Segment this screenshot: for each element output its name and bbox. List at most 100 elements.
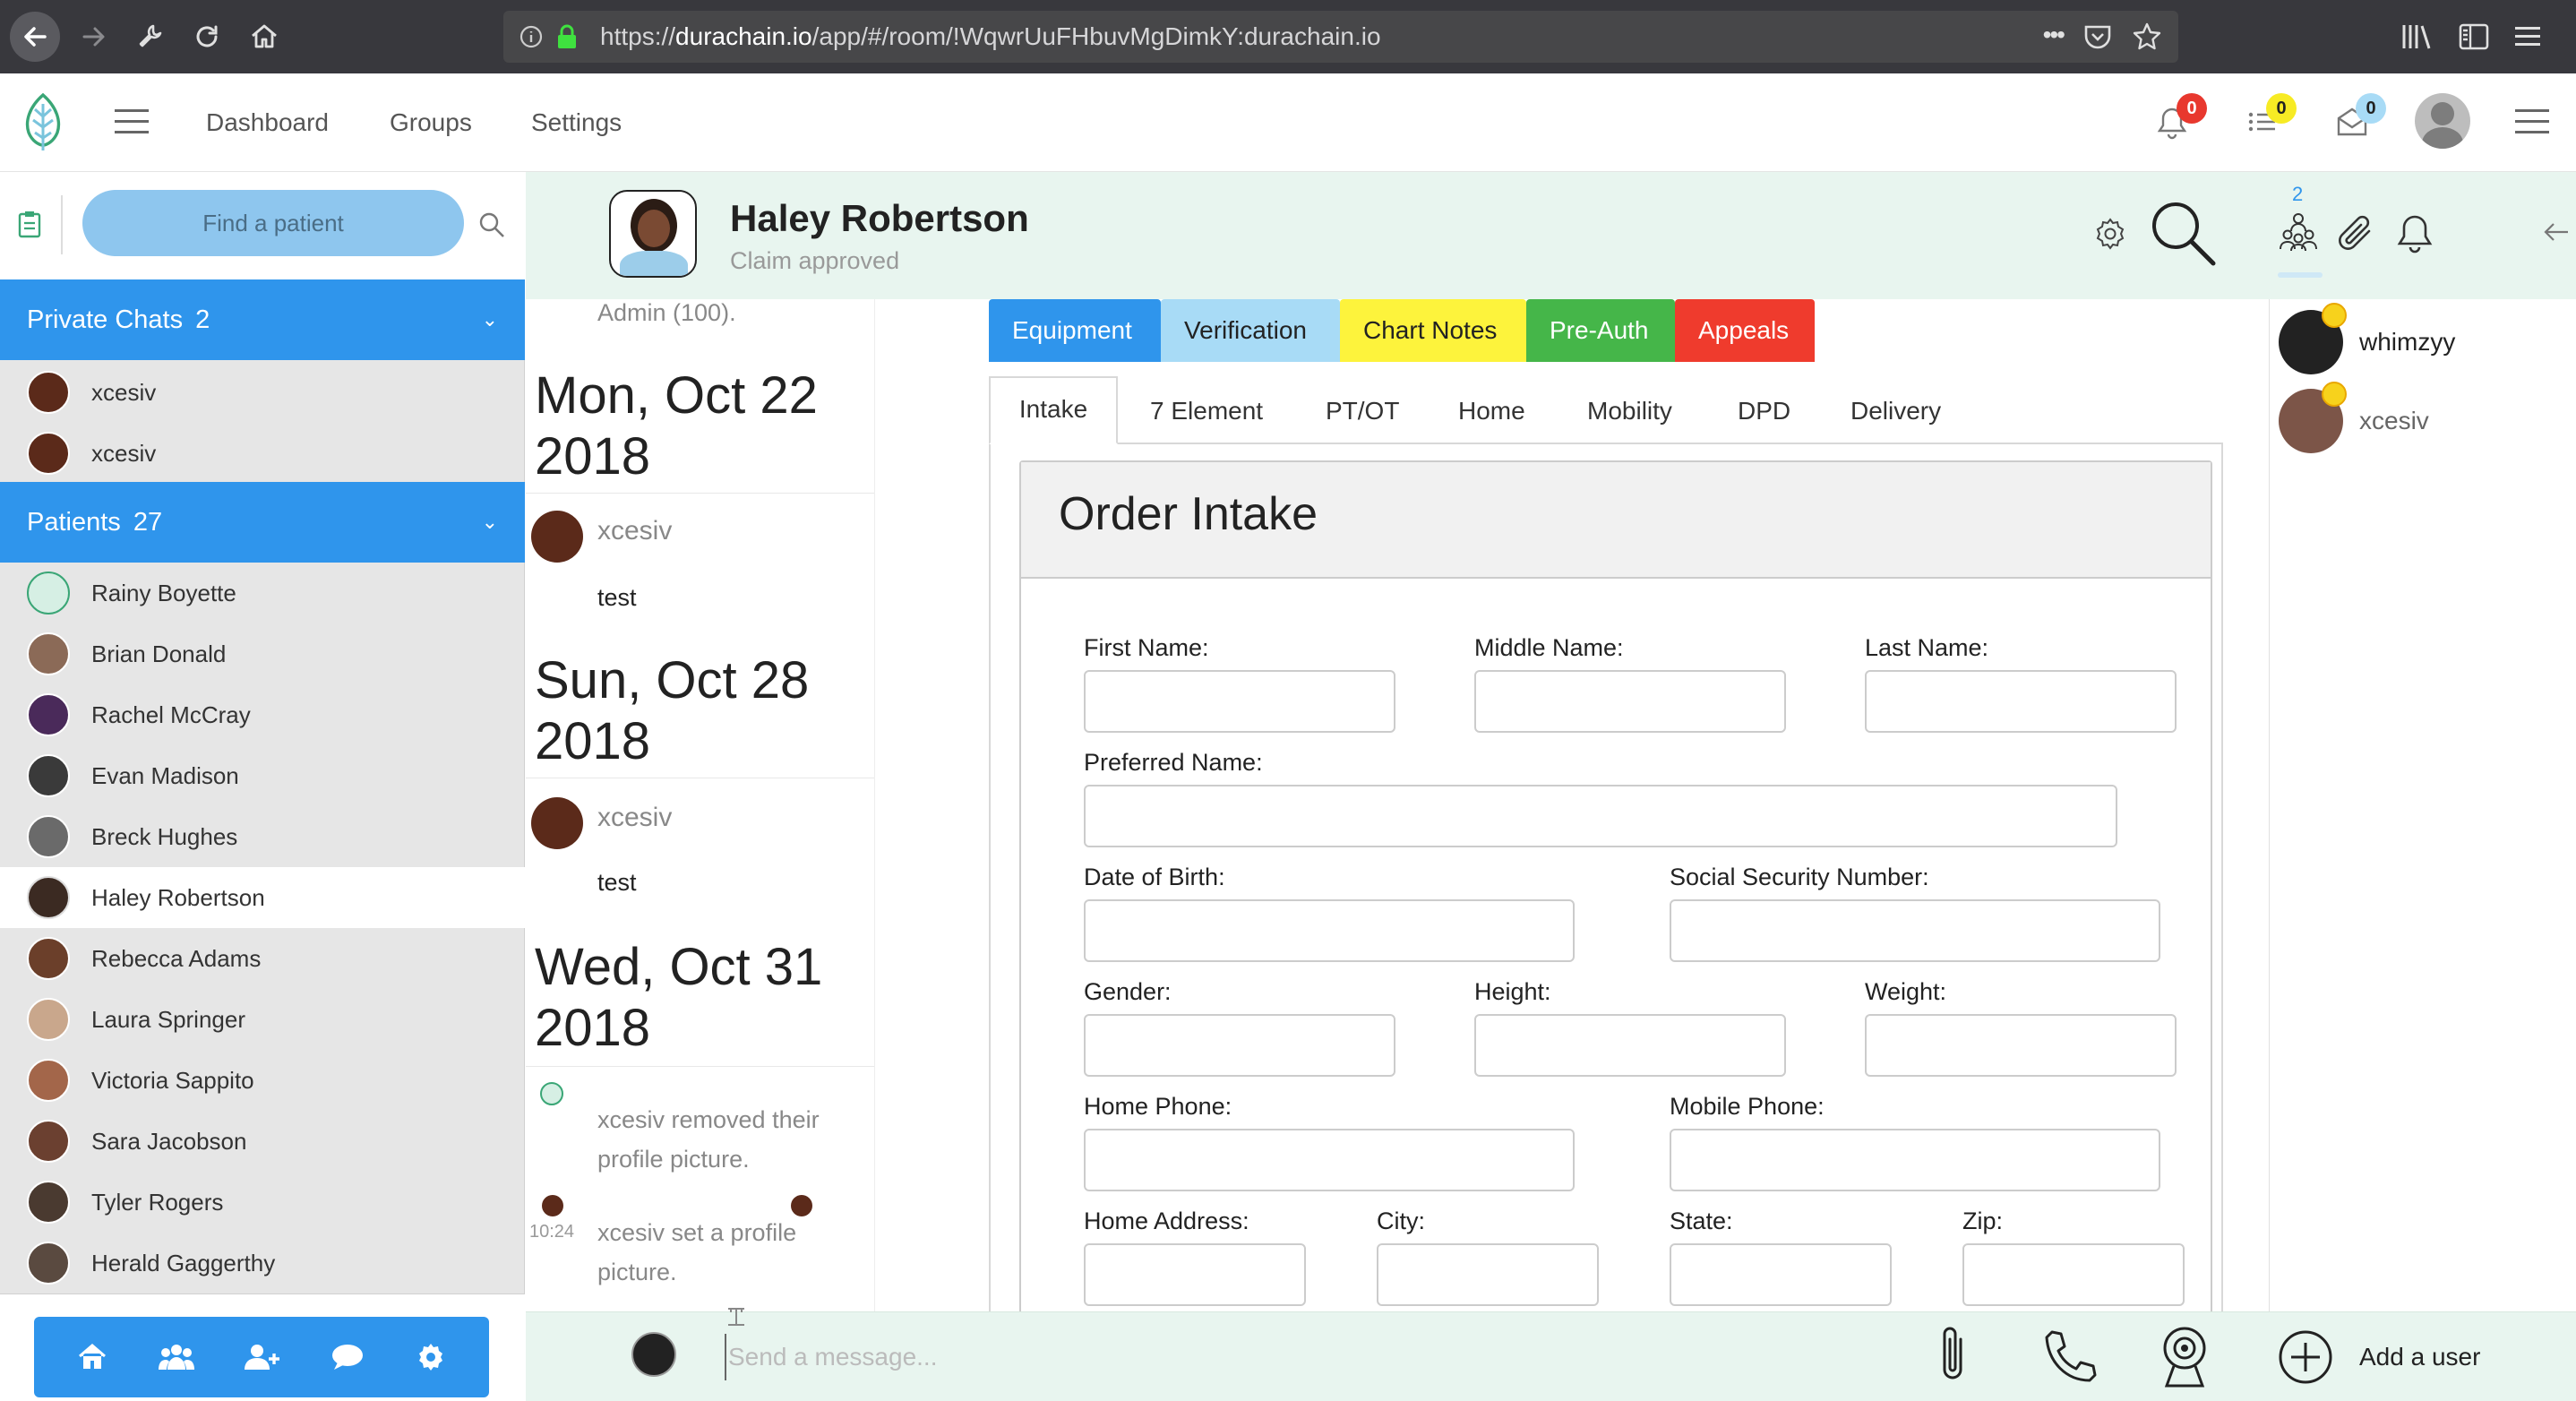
- sender-avatar[interactable]: [531, 797, 583, 849]
- member-item[interactable]: whimzyy: [2279, 303, 2574, 378]
- subtab-pt-ot[interactable]: PT/OT: [1326, 380, 1399, 443]
- patient-item[interactable]: Laura Springer: [0, 989, 525, 1050]
- add-user-button[interactable]: Add a user: [2277, 1328, 2510, 1386]
- timeline-partial-text: Admin (100).: [597, 299, 736, 326]
- tab-equipment[interactable]: Equipment: [989, 299, 1161, 362]
- voice-call-phone-icon[interactable]: [2039, 1327, 2102, 1389]
- zip-field[interactable]: [1962, 1243, 2185, 1306]
- private-chats-label: Private Chats: [27, 305, 184, 334]
- preferred-name-field[interactable]: [1084, 785, 2117, 847]
- page-actions-icon[interactable]: •••: [2043, 22, 2065, 47]
- leaf-logo-icon[interactable]: [20, 91, 66, 154]
- patient-item[interactable]: Rainy Boyette: [0, 563, 525, 623]
- last-name-field[interactable]: [1865, 670, 2177, 733]
- app-menu-icon[interactable]: [2515, 107, 2551, 136]
- avatar: [27, 1120, 70, 1163]
- subtab-mobility[interactable]: Mobility: [1587, 380, 1672, 443]
- private-chats-header[interactable]: Private Chats 2 ⌄: [0, 279, 525, 360]
- clipboard-icon[interactable]: [18, 210, 41, 238]
- mobile-phone-field[interactable]: [1670, 1129, 2160, 1191]
- state-field[interactable]: [1670, 1243, 1892, 1306]
- patient-name: Rebecca Adams: [91, 945, 262, 972]
- home-phone-field[interactable]: [1084, 1129, 1575, 1191]
- notifications-button[interactable]: 0: [2157, 93, 2207, 142]
- tab-chart-notes[interactable]: Chart Notes: [1340, 299, 1526, 362]
- messages-button[interactable]: 0: [2336, 93, 2386, 142]
- patient-item[interactable]: Breck Hughes: [0, 806, 525, 867]
- members-icon[interactable]: [2278, 211, 2319, 253]
- patient-item[interactable]: Tyler Rogers: [0, 1172, 525, 1233]
- collapse-panel-arrow-icon[interactable]: [2541, 219, 2572, 245]
- home-icon[interactable]: [77, 1343, 107, 1371]
- library-icon[interactable]: [2400, 21, 2433, 52]
- patients-header[interactable]: Patients 27 ⌄: [0, 482, 525, 563]
- patient-item-active[interactable]: Haley Robertson: [0, 867, 525, 928]
- tools-button[interactable]: [122, 9, 177, 64]
- patient-item[interactable]: Sara Jacobson: [0, 1111, 525, 1172]
- sender-avatar-small: [542, 1195, 563, 1216]
- member-item[interactable]: xcesiv: [2279, 382, 2574, 457]
- address-bar[interactable]: https://durachain.io/app/#/room/!WqwrUuF…: [503, 11, 2178, 63]
- search-icon[interactable]: [478, 211, 505, 238]
- pocket-icon[interactable]: [2083, 23, 2112, 50]
- home-address-field[interactable]: [1084, 1243, 1306, 1306]
- patient-item[interactable]: Victoria Sappito: [0, 1050, 525, 1111]
- nav-dashboard[interactable]: Dashboard: [206, 73, 329, 172]
- room-avatar[interactable]: [609, 190, 697, 278]
- private-chat-item[interactable]: xcesiv: [0, 423, 525, 484]
- browser-menu-icon[interactable]: [2512, 21, 2544, 52]
- video-call-webcam-icon[interactable]: [2158, 1325, 2211, 1391]
- formatting-icon[interactable]: [725, 1305, 748, 1328]
- patients-label: Patients: [27, 508, 121, 537]
- find-patient-button[interactable]: Find a patient: [82, 190, 464, 256]
- room-notifications-bell-icon[interactable]: [2396, 213, 2434, 254]
- chat-name: xcesiv: [91, 440, 157, 467]
- message-input[interactable]: [725, 1334, 1782, 1380]
- forward-button[interactable]: [66, 9, 122, 64]
- patient-item[interactable]: Brian Donald: [0, 623, 525, 684]
- sidebar-toggle-icon[interactable]: [2458, 21, 2490, 52]
- sender-name[interactable]: xcesiv: [597, 803, 672, 833]
- ssn-field[interactable]: [1670, 899, 2160, 962]
- sender-name[interactable]: xcesiv: [597, 516, 672, 546]
- upload-paperclip-icon[interactable]: [1932, 1323, 1977, 1386]
- patient-item[interactable]: Rachel McCray: [0, 684, 525, 745]
- add-user-icon[interactable]: [244, 1343, 280, 1371]
- room-name[interactable]: Haley Robertson: [730, 197, 1029, 240]
- chat-icon[interactable]: [331, 1343, 365, 1371]
- patient-item[interactable]: Rebecca Adams: [0, 928, 525, 989]
- user-avatar[interactable]: [2415, 93, 2470, 149]
- private-chat-item[interactable]: xcesiv: [0, 362, 525, 423]
- gender-field[interactable]: [1084, 1014, 1395, 1077]
- sender-avatar[interactable]: [531, 511, 583, 563]
- subtab-home[interactable]: Home: [1458, 380, 1525, 443]
- subtab-dpd[interactable]: DPD: [1738, 380, 1790, 443]
- tab-appeals[interactable]: Appeals: [1675, 299, 1815, 362]
- room-settings-gear-icon[interactable]: [2093, 217, 2127, 251]
- patient-item[interactable]: Evan Madison: [0, 745, 525, 806]
- tasks-button[interactable]: 0: [2246, 93, 2297, 142]
- hamburger-menu-icon[interactable]: [115, 107, 150, 136]
- groups-icon[interactable]: [158, 1343, 194, 1371]
- nav-settings[interactable]: Settings: [531, 73, 622, 172]
- tab-pre-auth[interactable]: Pre-Auth: [1526, 299, 1675, 362]
- weight-field[interactable]: [1865, 1014, 2177, 1077]
- nav-groups[interactable]: Groups: [390, 73, 472, 172]
- first-name-field[interactable]: [1084, 670, 1395, 733]
- settings-gear-icon[interactable]: [416, 1342, 446, 1372]
- tab-verification[interactable]: Verification: [1161, 299, 1340, 362]
- patient-item[interactable]: Herald Gaggerthy: [0, 1233, 525, 1294]
- city-field[interactable]: [1377, 1243, 1599, 1306]
- reload-button[interactable]: [179, 9, 235, 64]
- height-field[interactable]: [1474, 1014, 1786, 1077]
- subtab-intake[interactable]: Intake: [989, 376, 1118, 444]
- home-button[interactable]: [236, 9, 292, 64]
- attachments-paperclip-icon[interactable]: [2335, 213, 2376, 254]
- bookmark-star-icon[interactable]: [2132, 21, 2162, 52]
- dob-field[interactable]: [1084, 899, 1575, 962]
- back-button[interactable]: [7, 9, 63, 64]
- middle-name-field[interactable]: [1474, 670, 1786, 733]
- subtab-delivery[interactable]: Delivery: [1850, 380, 1941, 443]
- room-search-icon[interactable]: [2147, 197, 2219, 269]
- subtab-7-element[interactable]: 7 Element: [1150, 380, 1263, 443]
